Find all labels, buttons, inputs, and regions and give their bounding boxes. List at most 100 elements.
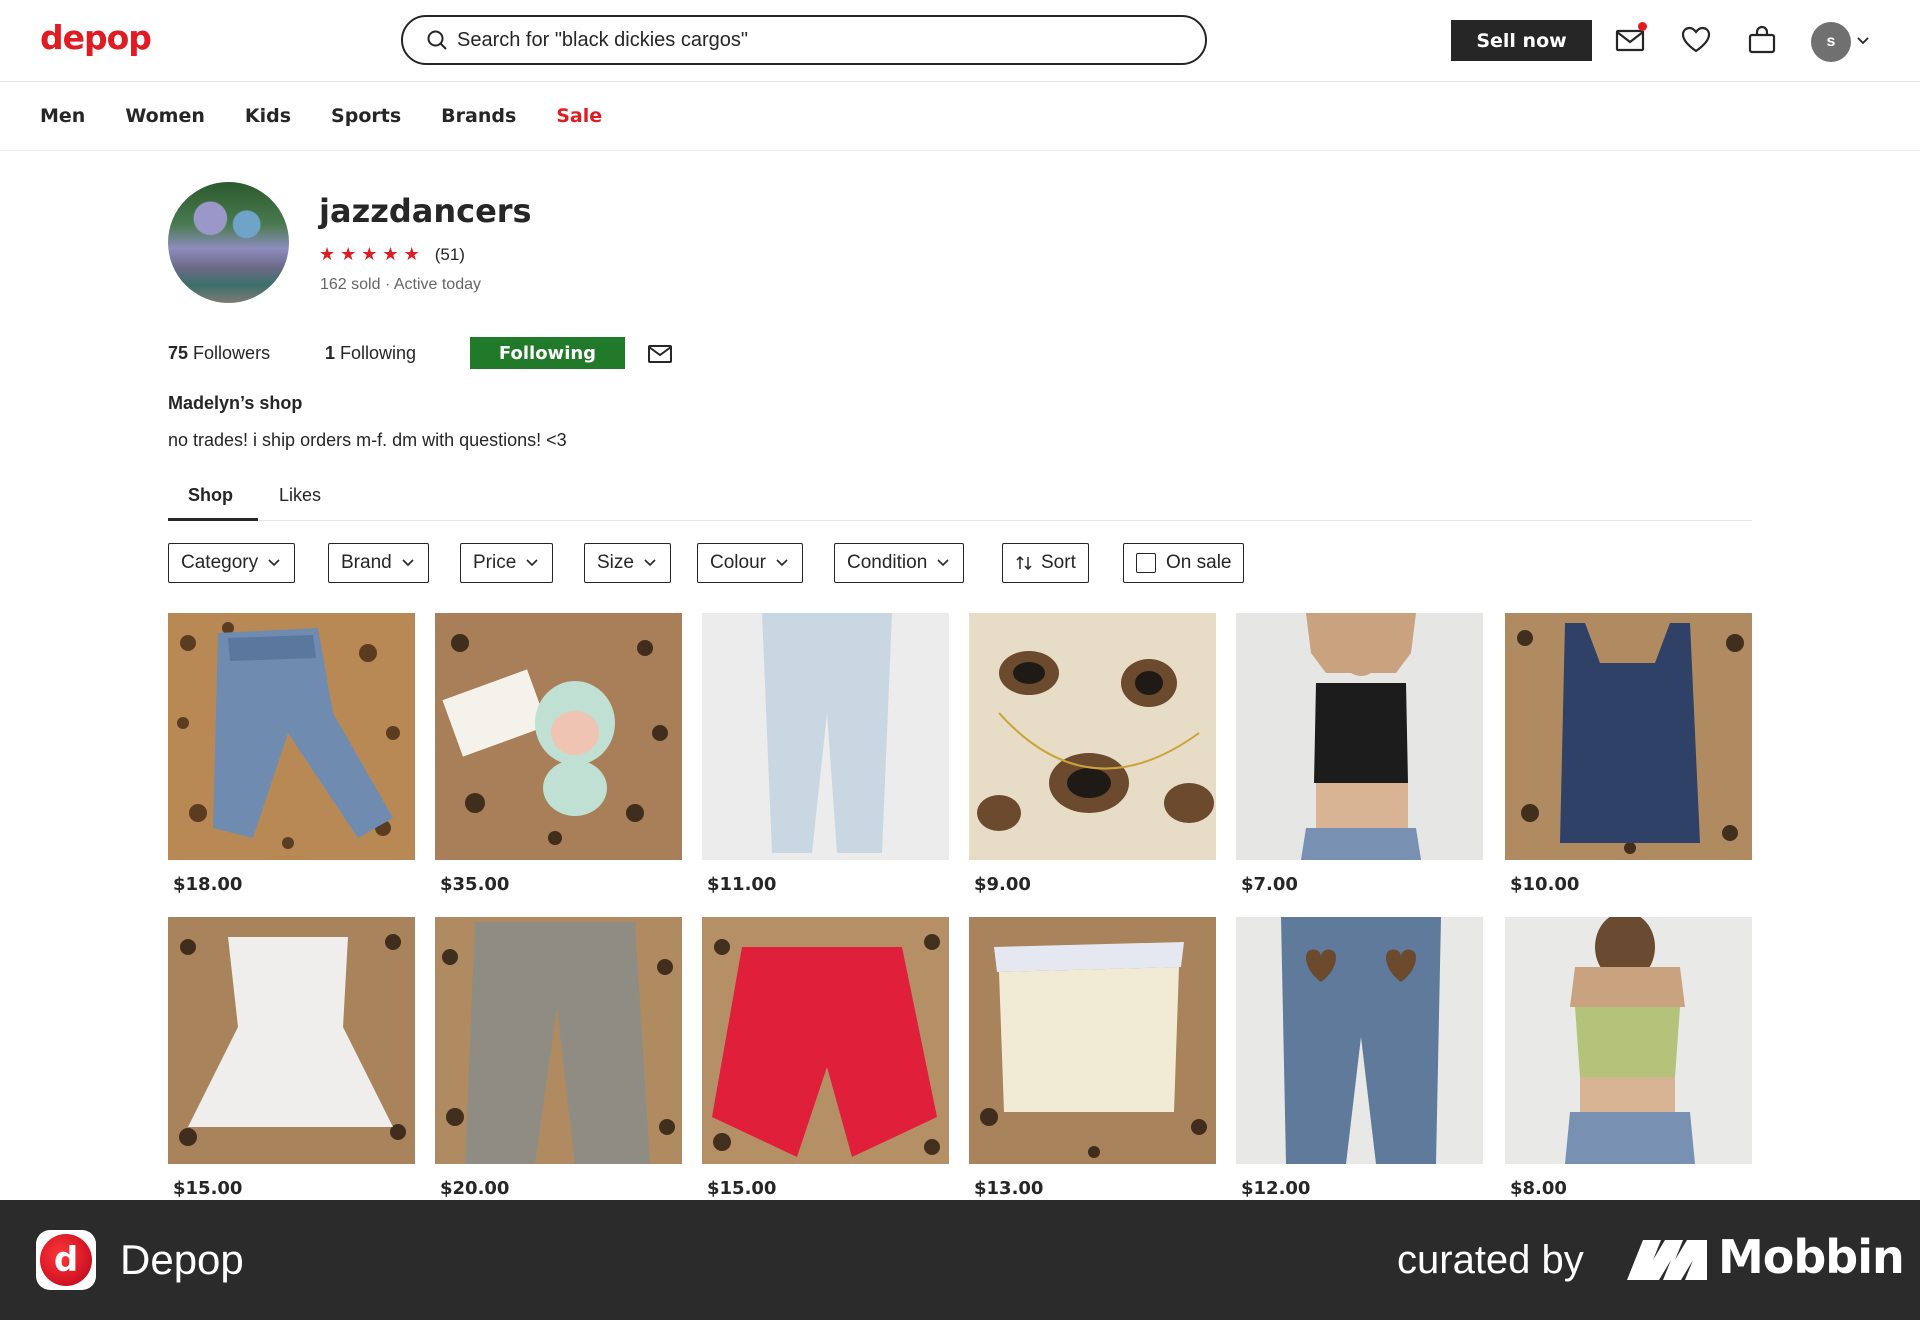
product-price: $8.00 xyxy=(1510,1178,1567,1199)
mobbin-logo-icon xyxy=(1627,1240,1707,1280)
filter-category[interactable]: Category xyxy=(168,543,296,583)
filter-label: Size xyxy=(597,552,634,573)
following-label: Following xyxy=(340,343,417,363)
profile-tabs: Shop Likes xyxy=(168,478,1752,521)
rating-count: (51) xyxy=(434,244,465,264)
filter-colour[interactable]: Colour xyxy=(697,543,803,583)
following-count: 1 xyxy=(325,343,336,363)
product-image-jeans xyxy=(168,613,415,860)
bag-button[interactable] xyxy=(1746,24,1778,56)
followers-link[interactable]: 75 Followers xyxy=(168,343,270,364)
search-icon xyxy=(427,30,447,50)
product-card[interactable]: $15.00 xyxy=(702,917,949,1199)
messages-button[interactable] xyxy=(1614,22,1647,56)
active-status: Active today xyxy=(393,276,481,293)
chevron-down-icon[interactable] xyxy=(1855,33,1871,49)
product-card[interactable]: $9.00 xyxy=(969,613,1216,895)
following-link[interactable]: 1 Following xyxy=(325,343,416,364)
sell-now-button[interactable]: Sell now xyxy=(1451,20,1592,61)
mobbin-brand: Mobbin xyxy=(1718,1230,1905,1284)
followers-label: Followers xyxy=(193,343,271,363)
filter-label: On sale xyxy=(1166,552,1232,573)
product-price: $12.00 xyxy=(1241,1178,1311,1199)
following-button[interactable]: Following xyxy=(470,337,625,369)
product-price: $18.00 xyxy=(173,874,243,895)
user-avatar[interactable]: s xyxy=(1811,22,1851,62)
on-sale-toggle[interactable]: On sale xyxy=(1123,543,1245,583)
depop-logo[interactable]: depop xyxy=(40,18,152,57)
star-icon: ★ xyxy=(361,244,378,264)
product-price: $11.00 xyxy=(707,874,777,895)
chevron-down-icon xyxy=(937,559,949,567)
tab-likes[interactable]: Likes xyxy=(279,485,321,506)
product-image-tube-top xyxy=(969,917,1216,1164)
bag-icon xyxy=(1748,25,1776,54)
likes-button[interactable] xyxy=(1680,24,1712,56)
search-input[interactable] xyxy=(457,28,1157,52)
product-card[interactable]: $20.00 xyxy=(435,917,682,1199)
product-card[interactable]: $8.00 xyxy=(1505,912,1752,1199)
chevron-down-icon xyxy=(776,559,788,567)
filter-label: Category xyxy=(181,552,259,573)
notification-dot xyxy=(1638,22,1647,31)
filter-condition[interactable]: Condition xyxy=(834,543,965,583)
seller-rating[interactable]: ★ ★ ★ ★ ★ (51) xyxy=(319,244,465,265)
shop-name: Madelyn’s shop xyxy=(168,393,303,413)
tab-shop[interactable]: Shop xyxy=(188,485,233,506)
profile-username: jazzdancers xyxy=(319,192,532,230)
product-card[interactable]: $18.00 xyxy=(168,613,415,895)
product-card[interactable]: $13.00 xyxy=(969,917,1216,1199)
depop-app-icon-letter: d xyxy=(40,1234,92,1286)
chevron-down-icon xyxy=(644,559,656,567)
filter-size[interactable]: Size xyxy=(584,543,671,583)
chevron-down-icon xyxy=(526,559,538,567)
search-bar[interactable] xyxy=(401,15,1207,65)
product-card[interactable]: $15.00 xyxy=(168,917,415,1199)
filter-label: Brand xyxy=(341,552,392,573)
product-card[interactable]: $7.00 xyxy=(1236,613,1483,895)
nav-item-men[interactable]: Men xyxy=(40,105,85,127)
nav-item-brands[interactable]: Brands xyxy=(441,105,516,127)
chevron-down-icon xyxy=(402,559,414,567)
product-card[interactable]: $12.00 xyxy=(1236,917,1483,1199)
shop-bio: no trades! i ship orders m-f. dm with qu… xyxy=(168,430,567,450)
product-card[interactable]: $35.00 xyxy=(435,613,682,895)
filter-price[interactable]: Price xyxy=(460,543,554,583)
product-price: $10.00 xyxy=(1510,874,1580,895)
star-icon: ★ xyxy=(382,244,399,264)
product-price: $9.00 xyxy=(974,874,1031,895)
chevron-down-icon xyxy=(268,559,280,567)
product-price: $7.00 xyxy=(1241,874,1298,895)
product-price: $13.00 xyxy=(974,1178,1044,1199)
heart-icon xyxy=(1681,26,1711,53)
top-header: depop Sell now s xyxy=(0,0,1920,82)
product-image-red-shorts xyxy=(702,917,949,1164)
active-tab-indicator xyxy=(168,518,258,521)
star-icon: ★ xyxy=(319,244,336,264)
nav-item-sale[interactable]: Sale xyxy=(556,105,602,127)
product-card[interactable]: $10.00 xyxy=(1505,613,1752,895)
filter-label: Condition xyxy=(847,552,928,573)
profile-meta: 162 sold · Active today xyxy=(320,276,481,293)
product-image-sweatpants xyxy=(702,613,949,860)
nav-item-kids[interactable]: Kids xyxy=(245,105,291,127)
followers-count: 75 xyxy=(168,343,189,363)
nav-item-women[interactable]: Women xyxy=(125,105,205,127)
depop-app-icon: d xyxy=(36,1230,96,1290)
on-sale-checkbox[interactable] xyxy=(1136,553,1156,573)
sort-button[interactable]: Sort xyxy=(1002,543,1089,583)
nav-item-sports[interactable]: Sports xyxy=(331,105,401,127)
footer-banner: d Depop curated by Mobbin xyxy=(0,1200,1920,1320)
product-image-white-top xyxy=(168,917,415,1164)
star-icon: ★ xyxy=(340,244,357,264)
product-price: $15.00 xyxy=(173,1178,243,1199)
message-seller-icon[interactable] xyxy=(646,340,674,368)
product-card[interactable]: $11.00 xyxy=(702,613,949,895)
sort-icon xyxy=(1016,555,1032,571)
product-image-keychain xyxy=(435,613,682,860)
product-image-navy-top xyxy=(1505,613,1752,860)
product-price: $35.00 xyxy=(440,874,510,895)
category-nav: Men Women Kids Sports Brands Sale xyxy=(0,82,1920,151)
filter-brand[interactable]: Brand xyxy=(328,543,429,583)
product-image-black-tank xyxy=(1236,613,1483,860)
